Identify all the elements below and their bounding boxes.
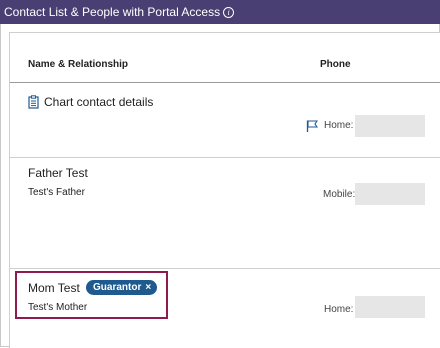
info-icon[interactable]: i bbox=[223, 7, 235, 18]
window-title: Contact List & People with Portal Access bbox=[4, 5, 221, 19]
title-bar: Contact List & People with Portal Access… bbox=[0, 0, 440, 24]
contact-phone-field[interactable] bbox=[355, 296, 425, 318]
contact-phone-label: Mobile: bbox=[323, 189, 356, 200]
contact-name: Father Test bbox=[28, 166, 88, 180]
contact-relationship: Test's Father bbox=[28, 187, 85, 198]
clipboard-icon bbox=[28, 95, 39, 109]
contact-phone-field[interactable] bbox=[355, 183, 425, 205]
header-divider bbox=[10, 82, 440, 83]
chart-contact-details-label: Chart contact details bbox=[44, 95, 154, 109]
chart-phone-field[interactable] bbox=[355, 115, 425, 137]
highlight-box bbox=[15, 271, 168, 319]
row-divider bbox=[10, 268, 440, 269]
row-divider bbox=[10, 157, 440, 158]
contact-phone-label: Home: bbox=[324, 304, 354, 315]
chart-contact-details-link[interactable]: Chart contact details bbox=[28, 95, 153, 109]
column-header-name: Name & Relationship bbox=[28, 59, 129, 70]
chart-phone-label: Home: bbox=[324, 120, 354, 131]
flag-icon[interactable] bbox=[306, 120, 318, 132]
column-header-phone: Phone bbox=[320, 59, 351, 70]
